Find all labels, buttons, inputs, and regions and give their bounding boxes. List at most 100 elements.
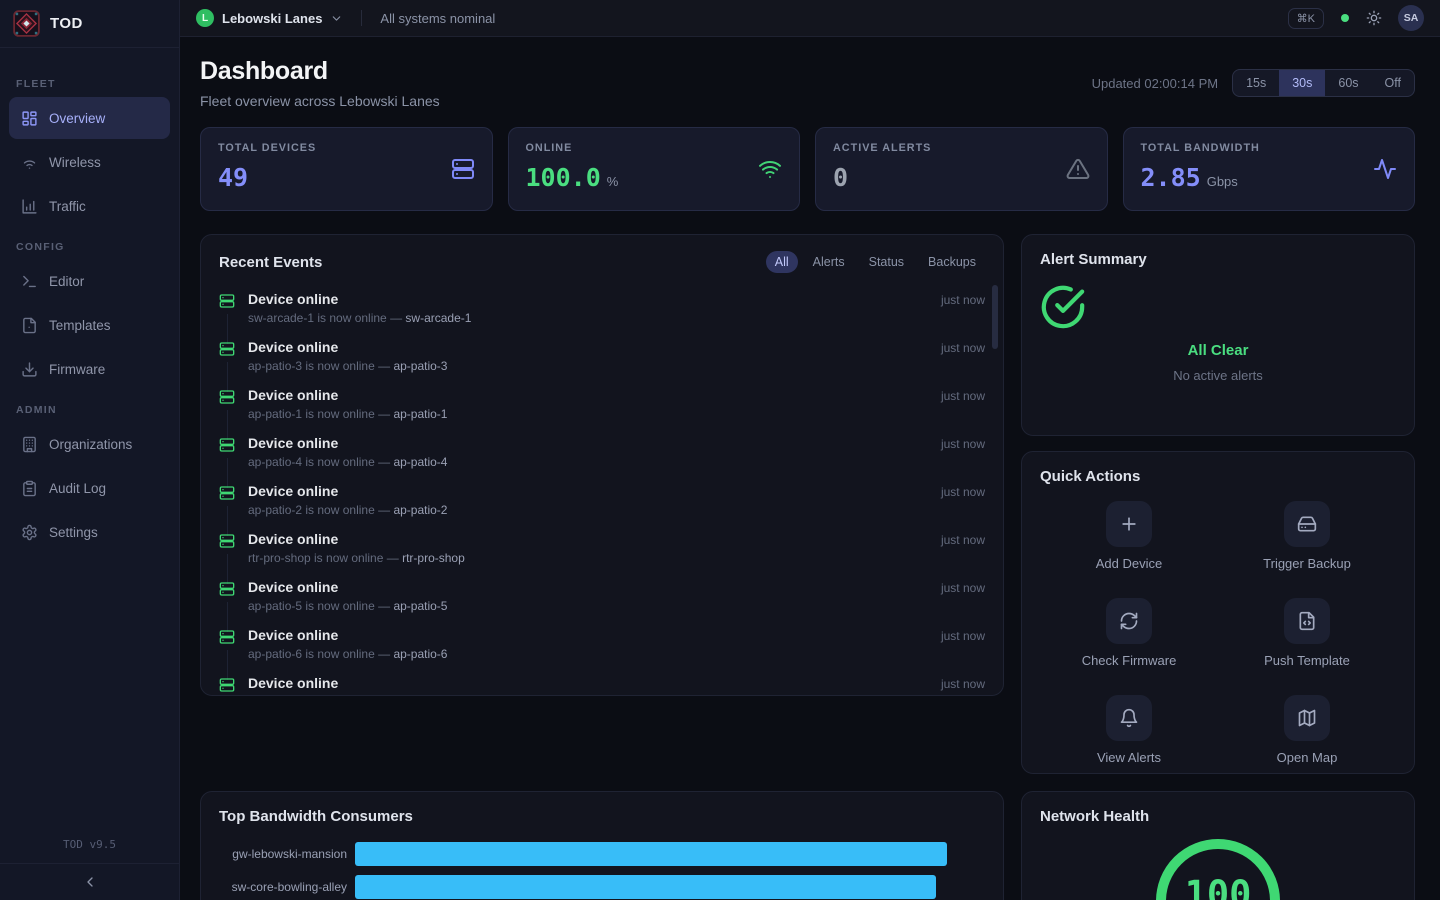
sidebar-collapse-button[interactable] xyxy=(0,863,179,900)
event-title: Device online xyxy=(248,483,928,499)
event-row[interactable]: Device online just now xyxy=(219,669,985,696)
event-device-name: sw-arcade-1 xyxy=(405,311,471,325)
hard-drive-icon xyxy=(1284,501,1330,547)
recent-events-title: Recent Events xyxy=(219,254,322,271)
sidebar-item-label: Audit Log xyxy=(49,481,106,496)
quick-action-trigger-backup[interactable]: Trigger Backup xyxy=(1218,501,1396,571)
alert-summary-title: Alert Summary xyxy=(1040,251,1396,268)
event-subtitle: ap-patio-3 is now online — ap-patio-3 xyxy=(248,359,928,373)
sidebar-item-settings[interactable]: Settings xyxy=(9,511,170,553)
topbar-divider xyxy=(361,10,362,26)
event-row[interactable]: Device online ap-patio-2 is now online —… xyxy=(219,477,985,525)
refresh-off-button[interactable]: Off xyxy=(1372,70,1414,96)
event-row[interactable]: Device online ap-patio-5 is now online —… xyxy=(219,573,985,621)
sidebar-item-label: Traffic xyxy=(49,199,86,214)
event-row[interactable]: Device online ap-patio-3 is now online —… xyxy=(219,333,985,381)
download-icon xyxy=(21,361,38,378)
event-title: Device online xyxy=(248,339,928,355)
stat-unit: Gbps xyxy=(1207,174,1238,189)
stat-card-total-devices: TOTAL DEVICES 49 xyxy=(200,127,493,211)
clipboard-icon xyxy=(21,480,38,497)
event-row[interactable]: Device online ap-patio-4 is now online —… xyxy=(219,429,985,477)
page-subtitle: Fleet overview across Lebowski Lanes xyxy=(200,93,440,109)
sidebar-item-audit-log[interactable]: Audit Log xyxy=(9,467,170,509)
server-icon xyxy=(219,387,235,429)
event-timestamp: just now xyxy=(941,483,985,525)
health-score: 100 xyxy=(1166,849,1270,900)
event-device-name: ap-patio-2 xyxy=(393,503,447,517)
sidebar-item-organizations[interactable]: Organizations xyxy=(9,423,170,465)
refresh-15s-button[interactable]: 15s xyxy=(1233,70,1279,96)
sidebar-item-templates[interactable]: Templates xyxy=(9,304,170,346)
refresh-60s-button[interactable]: 60s xyxy=(1325,70,1371,96)
quick-action-check-firmware[interactable]: Check Firmware xyxy=(1040,598,1218,668)
gear-icon xyxy=(21,524,38,541)
stat-value: 2.85 xyxy=(1141,163,1201,192)
command-palette-shortcut[interactable]: ⌘K xyxy=(1288,8,1324,29)
tab-alerts[interactable]: Alerts xyxy=(804,251,854,273)
tab-all[interactable]: All xyxy=(766,251,798,273)
event-timestamp: just now xyxy=(941,627,985,669)
sidebar-item-editor[interactable]: Editor xyxy=(9,260,170,302)
event-timestamp: just now xyxy=(941,675,985,696)
wifi-icon xyxy=(21,154,38,171)
event-timestamp: just now xyxy=(941,435,985,477)
theme-toggle-button[interactable] xyxy=(1366,10,1382,26)
event-row[interactable]: Device online ap-patio-1 is now online —… xyxy=(219,381,985,429)
event-timestamp: just now xyxy=(941,531,985,573)
sidebar-item-label: Firmware xyxy=(49,362,105,377)
quick-action-push-template[interactable]: Push Template xyxy=(1218,598,1396,668)
refresh-30s-button[interactable]: 30s xyxy=(1279,70,1325,96)
event-title: Device online xyxy=(248,291,928,307)
quick-action-label: Check Firmware xyxy=(1040,653,1218,668)
stat-value: 49 xyxy=(218,163,248,192)
quick-action-label: Trigger Backup xyxy=(1218,556,1396,571)
health-gauge: 100 xyxy=(1156,839,1280,900)
event-row[interactable]: Device online ap-patio-6 is now online —… xyxy=(219,621,985,669)
file-icon xyxy=(21,317,38,334)
user-avatar[interactable]: SA xyxy=(1398,5,1424,31)
updated-timestamp: Updated 02:00:14 PM xyxy=(1092,76,1218,91)
tab-backups[interactable]: Backups xyxy=(919,251,985,273)
event-title: Device online xyxy=(248,387,928,403)
org-switcher[interactable]: L Lebowski Lanes xyxy=(196,9,343,27)
quick-action-open-map[interactable]: Open Map xyxy=(1218,695,1396,765)
events-scrollbar-thumb[interactable] xyxy=(992,285,998,349)
bell-icon xyxy=(1106,695,1152,741)
sidebar-item-overview[interactable]: Overview xyxy=(9,97,170,139)
sidebar-item-firmware[interactable]: Firmware xyxy=(9,348,170,390)
event-subtitle: ap-patio-5 is now online — ap-patio-5 xyxy=(248,599,928,613)
stat-cards-row: TOTAL DEVICES 49 ONLINE 100.0 % ACTIVE A… xyxy=(200,127,1415,211)
event-row[interactable]: Device online sw-arcade-1 is now online … xyxy=(219,285,985,333)
chevron-down-icon xyxy=(330,12,343,25)
event-device-name: ap-patio-5 xyxy=(393,599,447,613)
sidebar-item-wireless[interactable]: Wireless xyxy=(9,141,170,183)
sidebar-item-traffic[interactable]: Traffic xyxy=(9,185,170,227)
activity-icon xyxy=(1373,157,1397,181)
quick-action-label: View Alerts xyxy=(1040,750,1218,765)
event-device-name: ap-patio-6 xyxy=(393,647,447,661)
plus-icon xyxy=(1106,501,1152,547)
events-filter-tabs: All Alerts Status Backups xyxy=(766,251,985,273)
server-icon xyxy=(219,579,235,621)
file-code-icon xyxy=(1284,598,1330,644)
bandwidth-chart: gw-lebowski-mansion sw-core-bowling-alley xyxy=(219,842,985,899)
server-icon xyxy=(451,157,475,181)
quick-action-add-device[interactable]: Add Device xyxy=(1040,501,1218,571)
bandwidth-bar-label: gw-lebowski-mansion xyxy=(219,847,347,861)
stat-unit: % xyxy=(607,174,619,189)
stat-label: ACTIVE ALERTS xyxy=(833,142,1090,154)
event-subtitle: rtr-pro-shop is now online — rtr-pro-sho… xyxy=(248,551,928,565)
network-health-title: Network Health xyxy=(1040,808,1396,825)
tab-status[interactable]: Status xyxy=(860,251,913,273)
event-subtitle: ap-patio-6 is now online — ap-patio-6 xyxy=(248,647,928,661)
stat-label: TOTAL BANDWIDTH xyxy=(1141,142,1398,154)
nav-section-admin: ADMIN xyxy=(16,404,163,416)
network-health-panel: Network Health 100 xyxy=(1021,791,1415,900)
stat-card-active-alerts: ACTIVE ALERTS 0 xyxy=(815,127,1108,211)
bandwidth-bar-label: sw-core-bowling-alley xyxy=(219,880,347,894)
quick-action-view-alerts[interactable]: View Alerts xyxy=(1040,695,1218,765)
event-row[interactable]: Device online rtr-pro-shop is now online… xyxy=(219,525,985,573)
app-logo-icon xyxy=(13,10,40,37)
events-list: Device online sw-arcade-1 is now online … xyxy=(219,285,985,696)
